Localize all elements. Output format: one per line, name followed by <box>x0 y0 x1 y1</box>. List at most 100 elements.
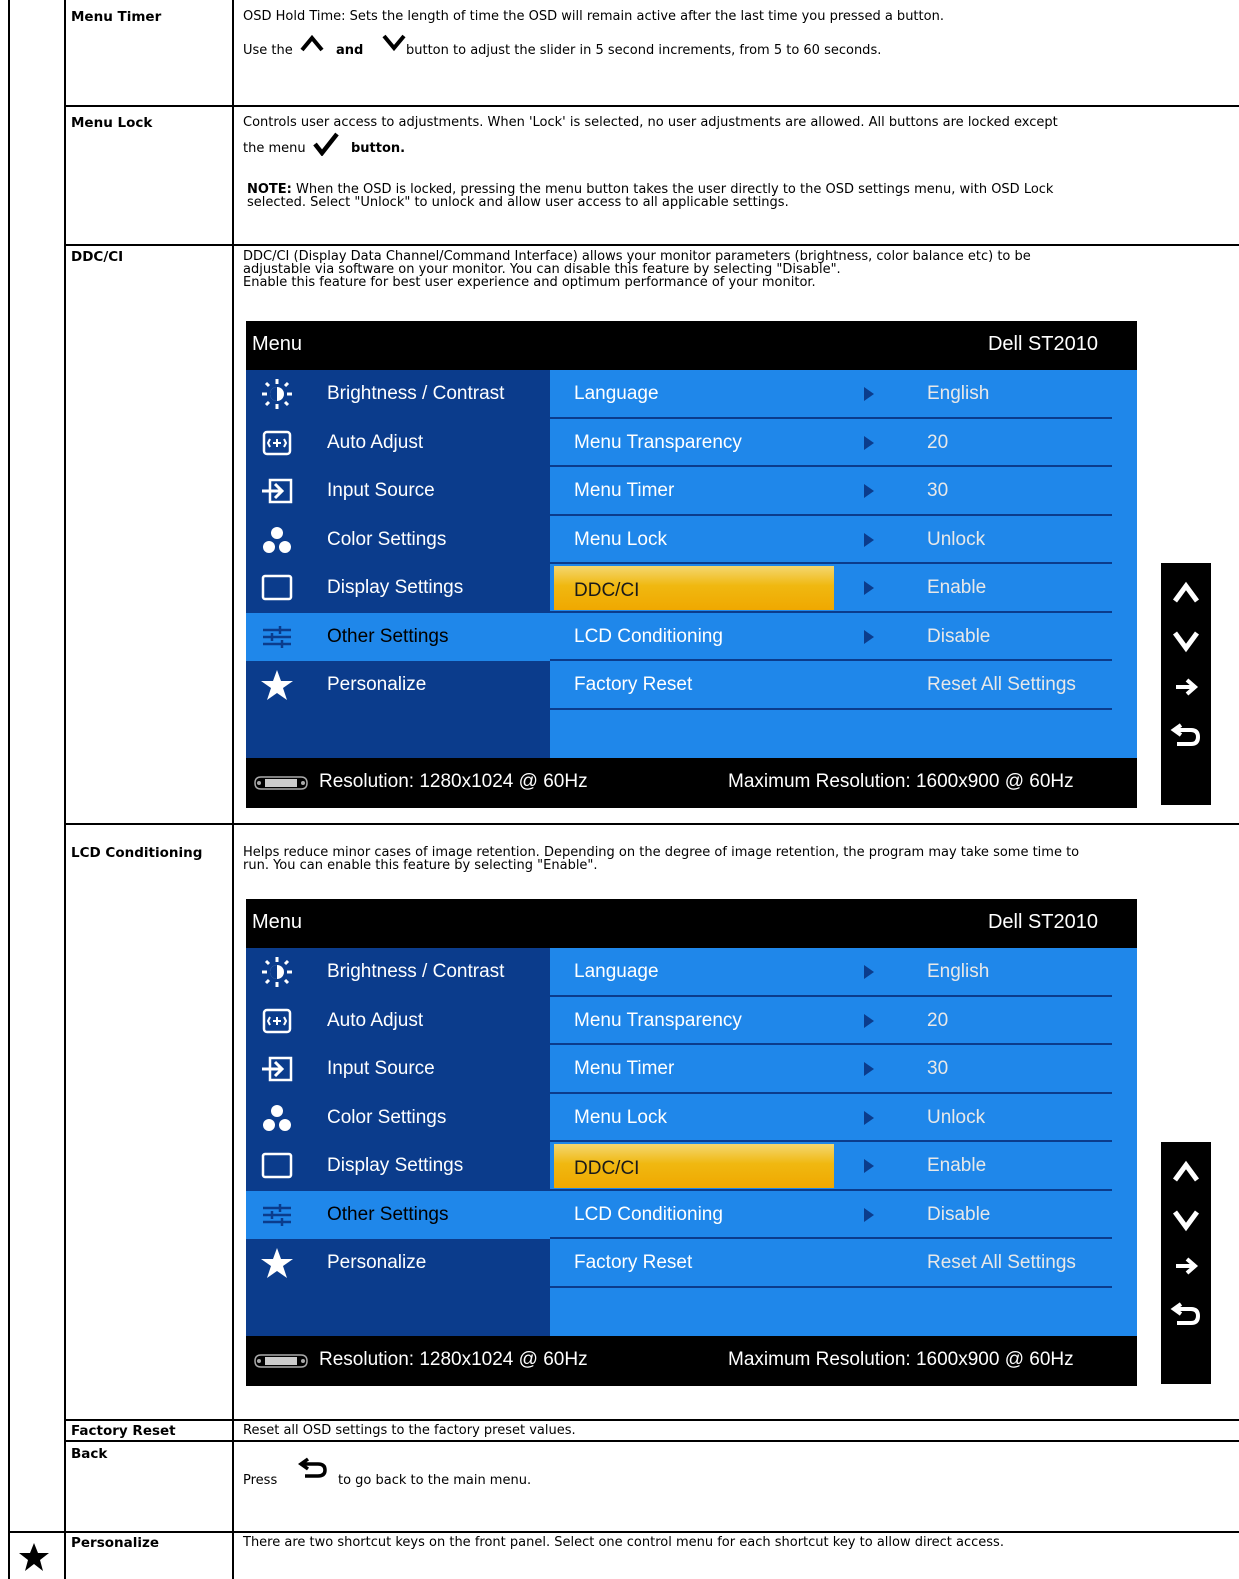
osd-submenu-item-ddc-ci[interactable]: DDC/CI Enable <box>550 1142 1137 1191</box>
osd-main-menu: Brightness / Contrast Auto Adjust Input So… <box>246 370 550 758</box>
personalize-description: There are two shortcut keys on the front… <box>243 1535 1004 1550</box>
submenu-arrow-icon <box>864 1110 874 1125</box>
osd-menu-item-personalize[interactable]: Personalize <box>246 661 550 710</box>
back-icon <box>298 1457 327 1478</box>
table-border-icon-col <box>64 0 66 1579</box>
osd-menu-item-label: Auto Adjust <box>327 1009 424 1031</box>
back-pre: Press <box>243 1473 278 1488</box>
osd-menu-item-label: Brightness / Contrast <box>327 961 505 982</box>
osd-menu-item-input-source[interactable]: Input Source <box>246 1045 550 1094</box>
osd-submenu-item-factory-reset[interactable]: Factory Reset Reset All Settings <box>550 661 1137 710</box>
current-resolution: Resolution: 1280x1024 @ 60Hz <box>319 771 588 792</box>
osd-submenu: Language English Menu Transparency 20 Menu T… <box>550 370 1137 758</box>
row-label-menu-lock: Menu Lock <box>71 115 153 131</box>
vga-connector-icon <box>254 1354 308 1368</box>
submenu-arrow-icon <box>864 1062 874 1076</box>
osd-submenu-item-menu-lock[interactable]: Menu Lock Unlock <box>550 516 1137 564</box>
down-key-icon <box>1172 631 1200 653</box>
osd-submenu-item-menu-transparency[interactable]: Menu Transparency 20 <box>550 419 1137 467</box>
osd-menu-item-auto-adjust[interactable]: Auto Adjust <box>246 419 550 468</box>
osd-screenshot-lcd-conditioning: Menu Dell ST2010 Brightness / Contrast Auto… <box>246 899 1137 1386</box>
osd-menu-item-brightness-contrast[interactable]: Brightness / Contrast <box>246 370 550 419</box>
submenu-arrow-icon <box>864 532 874 547</box>
submenu-arrow-icon <box>864 1207 874 1222</box>
osd-menu-item-other-settings[interactable]: Other Settings <box>246 1190 550 1239</box>
enter-key-icon <box>1176 678 1199 696</box>
osd-submenu-item-name: Language <box>574 961 659 982</box>
submenu-arrow-icon <box>864 965 874 979</box>
back-description: Press to go back to the main menu. <box>243 1457 1228 1492</box>
osd-menu-item-display-settings[interactable]: Display Settings <box>246 1142 550 1191</box>
osd-submenu-item-value: 30 <box>927 480 949 501</box>
osd-menu-item-auto-adjust[interactable]: Auto Adjust <box>246 997 550 1046</box>
osd-menu-item-label: Brightness / Contrast <box>327 383 505 404</box>
row-separator <box>550 1285 1112 1288</box>
osd-submenu-item-name: Factory Reset <box>574 674 693 695</box>
star-icon <box>260 669 294 701</box>
osd-menu-item-brightness-contrast[interactable]: Brightness / Contrast <box>246 948 550 997</box>
submenu-arrow-icon <box>864 435 874 450</box>
menu-timer-usage-pre: Use the <box>243 43 293 58</box>
back-key-icon <box>1170 1302 1201 1325</box>
up-arrow-icon <box>300 34 324 52</box>
osd-submenu-item-factory-reset[interactable]: Factory Reset Reset All Settings <box>550 1239 1137 1288</box>
osd-menu-item-personalize[interactable]: Personalize <box>246 1239 550 1288</box>
osd-submenu-item-language[interactable]: Language English <box>550 370 1137 419</box>
osd-submenu-item-language[interactable]: Language English <box>550 948 1137 997</box>
osd-menu-item-input-source[interactable]: Input Source <box>246 467 550 516</box>
osd-menu-item-color-settings[interactable]: Color Settings <box>246 516 550 565</box>
osd-menu-item-label: Personalize <box>327 1252 427 1273</box>
submenu-arrow-icon <box>864 1013 874 1028</box>
menu-lock-description: Controls user access to adjustments. Whe… <box>243 115 1058 130</box>
osd-submenu: Language English Menu Transparency 20 Menu T… <box>550 948 1137 1336</box>
osd-submenu-item-name: Menu Lock <box>574 1106 667 1128</box>
down-key-icon <box>1172 1210 1200 1232</box>
osd-header: Menu Dell ST2010 <box>246 321 1137 370</box>
osd-submenu-item-menu-lock[interactable]: Menu Lock Unlock <box>550 1094 1137 1142</box>
osd-submenu-item-name: LCD Conditioning <box>574 1203 723 1225</box>
osd-menu-item-label: Personalize <box>327 674 427 695</box>
checkmark-icon <box>313 132 339 156</box>
osd-menu-item-label: Auto Adjust <box>327 431 424 453</box>
osd-submenu-item-value: Reset All Settings <box>927 674 1076 695</box>
menu-lock-line2-post: button. <box>351 141 406 156</box>
osd-submenu-item-ddc-ci[interactable]: DDC/CI Enable <box>550 564 1137 613</box>
osd-menu-item-label: Color Settings <box>327 528 447 550</box>
star-icon <box>260 1247 294 1279</box>
osd-menu-item-color-settings[interactable]: Color Settings <box>246 1094 550 1143</box>
osd-submenu-item-menu-transparency[interactable]: Menu Transparency 20 <box>550 997 1137 1045</box>
submenu-arrow-icon <box>864 387 874 401</box>
osd-submenu-item-name: DDC/CI <box>574 1158 640 1179</box>
row-label-menu-timer: Menu Timer <box>71 9 162 25</box>
osd-submenu-item-menu-timer[interactable]: Menu Timer 30 <box>550 467 1137 516</box>
submenu-arrow-icon <box>864 581 874 595</box>
osd-submenu-item-value: English <box>927 383 990 404</box>
osd-model-name: Dell ST2010 <box>987 911 1098 933</box>
osd-menu-item-label: Display Settings <box>327 577 464 598</box>
display-settings-icon <box>260 572 294 604</box>
osd-submenu-item-value: 20 <box>927 431 949 453</box>
menu-timer-usage-post: button to adjust the slider in 5 second … <box>406 43 882 58</box>
osd-menu-item-other-settings[interactable]: Other Settings <box>246 612 550 661</box>
osd-menu-item-label: Other Settings <box>327 625 449 647</box>
menu-lock-note: NOTE: When the OSD is locked, pressing t… <box>247 183 1222 209</box>
osd-screenshot-ddcci: Menu Dell ST2010 Brightness / Contrast Auto… <box>246 321 1137 808</box>
lcd-conditioning-description-2: run. You can enable this feature by sele… <box>243 858 598 873</box>
osd-footer: Resolution: 1280x1024 @ 60Hz Maximum Reso… <box>246 758 1137 808</box>
maximum-resolution: Maximum Resolution: 1600x900 @ 60Hz <box>728 1349 1074 1370</box>
vga-connector-icon <box>254 776 308 790</box>
osd-submenu-item-value: Reset All Settings <box>927 1252 1076 1273</box>
back-key-icon <box>1170 723 1201 746</box>
osd-submenu-item-lcd-conditioning[interactable]: LCD Conditioning Disable <box>550 613 1137 661</box>
submenu-arrow-icon <box>864 484 874 498</box>
front-panel-keys <box>1161 1142 1211 1384</box>
osd-menu-item-label: Input Source <box>327 480 435 501</box>
osd-submenu-item-menu-timer[interactable]: Menu Timer 30 <box>550 1045 1137 1094</box>
osd-menu-item-display-settings[interactable]: Display Settings <box>246 564 550 613</box>
osd-menu-item-label: Input Source <box>327 1058 435 1079</box>
osd-submenu-item-name: Menu Transparency <box>574 431 742 453</box>
osd-submenu-item-value: English <box>927 961 990 982</box>
back-post: to go back to the main menu. <box>338 1473 532 1488</box>
osd-submenu-item-value: 30 <box>927 1058 949 1079</box>
osd-submenu-item-lcd-conditioning[interactable]: LCD Conditioning Disable <box>550 1191 1137 1239</box>
